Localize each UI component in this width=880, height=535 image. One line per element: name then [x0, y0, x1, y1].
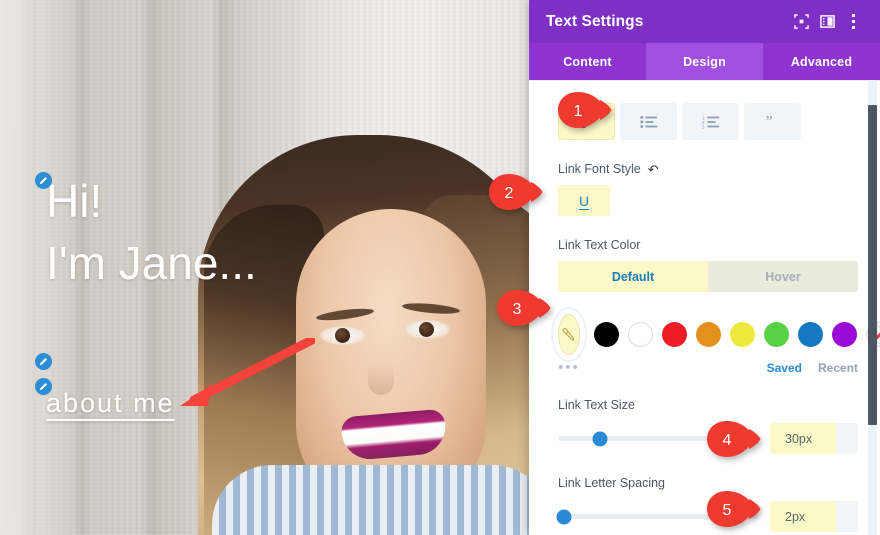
edit-module-icon[interactable] — [35, 353, 52, 370]
callout-pin-1: 1 — [558, 92, 612, 128]
tab-design[interactable]: Design — [646, 43, 763, 80]
tab-advanced[interactable]: Advanced — [763, 43, 880, 80]
website-preview: Hi! I'm Jane... about me — [0, 0, 532, 535]
swatch-purple[interactable] — [832, 322, 857, 347]
svg-text:3: 3 — [513, 301, 522, 318]
link-letter-spacing-input[interactable]: 2px — [770, 501, 858, 532]
svg-text:2: 2 — [505, 185, 514, 202]
more-options-icon[interactable] — [840, 9, 866, 35]
recent-colors-link[interactable]: Recent — [818, 361, 858, 375]
link-text-color-label: Link Text Color — [558, 238, 641, 252]
blockquote-icon[interactable]: ” — [744, 103, 801, 140]
link-text-size-slider-handle[interactable] — [592, 431, 608, 446]
swatch-red[interactable] — [662, 322, 687, 347]
swatch-yellow[interactable] — [730, 322, 755, 347]
swatch-white[interactable] — [628, 322, 653, 347]
link-text-color-section: Link Text Color Default Hover ••• Saved … — [558, 238, 880, 376]
panel-title: Text Settings — [546, 12, 644, 30]
panel-body: 1 2 3 ” Link Font Style ↶ U Link Text Co… — [529, 80, 880, 535]
panel-tabs: Content Design Advanced — [529, 43, 880, 80]
panel-scrollbar[interactable] — [868, 105, 877, 425]
callout-pin-4: 4 — [707, 421, 761, 457]
svg-text:”: ” — [765, 115, 772, 129]
color-state-toggle: Default Hover — [558, 261, 858, 292]
panel-layout-icon[interactable] — [814, 9, 840, 35]
swatch-blue[interactable] — [798, 322, 823, 347]
focus-target-icon[interactable] — [788, 9, 814, 35]
color-swatch-row — [558, 314, 880, 355]
more-colors-icon[interactable]: ••• — [558, 359, 610, 376]
svg-text:1: 1 — [574, 103, 583, 120]
svg-text:5: 5 — [723, 502, 732, 519]
swatch-black[interactable] — [594, 322, 619, 347]
callout-pin-5: 5 — [707, 491, 761, 527]
link-text-size-label: Link Text Size — [558, 398, 635, 412]
panel-header: Text Settings — [529, 0, 880, 43]
eyedropper-icon[interactable] — [558, 314, 580, 355]
color-state-default[interactable]: Default — [558, 261, 708, 292]
numbered-list-icon[interactable]: 1 2 3 — [682, 103, 739, 140]
swatch-green[interactable] — [764, 322, 789, 347]
saved-colors-link[interactable]: Saved — [767, 361, 802, 375]
link-letter-spacing-label: Link Letter Spacing — [558, 476, 666, 490]
hero-line-1: Hi! — [46, 175, 103, 227]
callout-pin-2: 2 — [489, 174, 543, 210]
edit-module-icon[interactable] — [35, 172, 52, 189]
link-letter-spacing-slider-handle[interactable] — [556, 509, 572, 524]
bullet-list-icon[interactable] — [620, 103, 677, 140]
callout-pin-3: 3 — [497, 290, 551, 326]
swatch-orange[interactable] — [696, 322, 721, 347]
link-font-style-label: Link Font Style ↶ — [558, 161, 659, 177]
link-font-style-section: Link Font Style ↶ U — [558, 162, 858, 216]
color-state-hover[interactable]: Hover — [708, 261, 858, 292]
hero-line-2: I'm Jane... — [46, 237, 257, 289]
underline-button[interactable]: U — [558, 185, 610, 216]
tab-content[interactable]: Content — [529, 43, 646, 80]
reset-arrow-icon[interactable]: ↶ — [648, 163, 659, 176]
edit-module-icon[interactable] — [35, 378, 52, 395]
hero-heading: Hi! I'm Jane... — [46, 170, 257, 294]
svg-text:4: 4 — [723, 432, 732, 449]
red-arrow-annotation — [180, 338, 315, 406]
about-me-link[interactable]: about me — [46, 388, 175, 419]
link-text-size-input[interactable]: 30px — [770, 423, 858, 454]
svg-text:3: 3 — [702, 124, 705, 129]
screenshot-root: Hi! I'm Jane... about me Text Settings C… — [0, 0, 880, 535]
